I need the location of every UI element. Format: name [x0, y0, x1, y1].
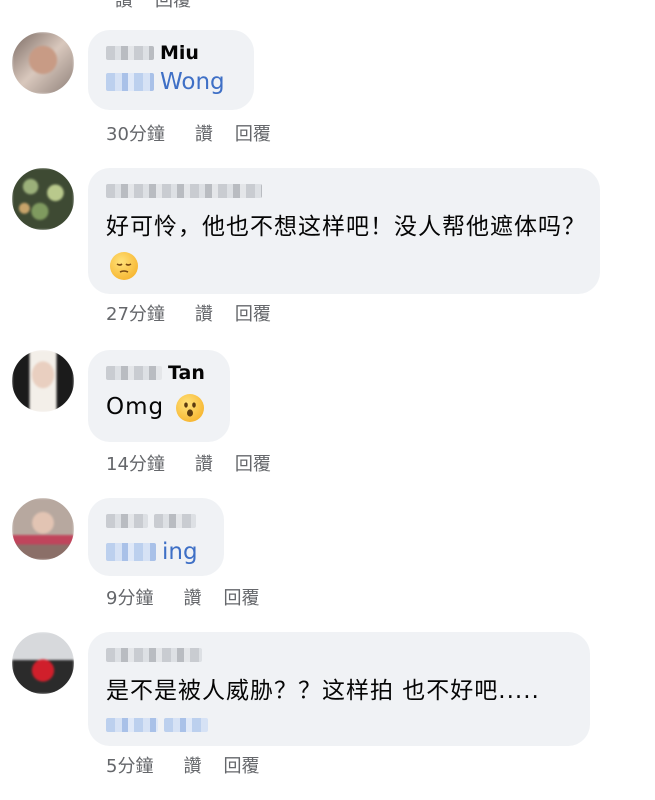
- comment-body: 是不是被人威胁？？这样拍 也不好吧.....: [106, 678, 540, 704]
- comment-meta: 14分鐘 讚 回覆: [106, 450, 271, 476]
- comment-bubble: Miu Wong: [88, 30, 254, 110]
- timestamp[interactable]: 14分鐘: [106, 450, 165, 476]
- tag-row: Wong: [106, 66, 236, 98]
- comment-meta: 27分鐘 讚 回覆: [106, 300, 271, 326]
- blurred-tag: [106, 718, 158, 732]
- tag-row: [106, 714, 572, 736]
- comment-body: Omg: [106, 394, 165, 420]
- avatar[interactable]: [12, 168, 74, 230]
- reply-link[interactable]: 回覆: [223, 584, 259, 610]
- tag-row: ing: [106, 536, 206, 568]
- like-link[interactable]: 讚: [195, 120, 213, 146]
- comment-bubble: ing: [88, 498, 224, 576]
- tagged-user[interactable]: Wong: [160, 69, 225, 95]
- pensive-face-icon: [110, 251, 138, 280]
- blurred-tag: [106, 543, 156, 561]
- comment-meta: 5分鐘 讚 回覆: [106, 752, 259, 778]
- blurred-tag: [164, 718, 208, 732]
- author-row: [106, 510, 206, 532]
- reply-link[interactable]: 回覆: [235, 120, 271, 146]
- blurred-name: [106, 46, 154, 60]
- comment-bubble: 是不是被人威胁？？这样拍 也不好吧.....: [88, 632, 590, 746]
- comment-text: 是不是被人威胁？？这样拍 也不好吧.....: [106, 672, 572, 710]
- timestamp[interactable]: 5分鐘: [106, 752, 153, 778]
- previous-comment-meta: 讚 回覆: [115, 0, 191, 12]
- avatar[interactable]: [12, 632, 74, 694]
- blurred-tag: [106, 73, 154, 91]
- comment-text: 好可怜，他也不想这样吧！没人帮他遮体吗？: [106, 208, 586, 284]
- comment-text: Omg: [106, 388, 212, 426]
- like-link[interactable]: 讚: [183, 584, 201, 610]
- tagged-user[interactable]: ing: [162, 539, 198, 565]
- timestamp[interactable]: 27分鐘: [106, 300, 165, 326]
- avatar[interactable]: [12, 32, 74, 94]
- timestamp[interactable]: 30分鐘: [106, 120, 165, 146]
- author-row: Tan: [106, 362, 212, 384]
- avatar[interactable]: [12, 498, 74, 560]
- like-link[interactable]: 讚: [115, 0, 133, 12]
- reply-link[interactable]: 回覆: [223, 752, 259, 778]
- author-name[interactable]: Miu: [160, 42, 199, 64]
- like-link[interactable]: 讚: [195, 450, 213, 476]
- blurred-name: [106, 184, 262, 198]
- author-row: [106, 180, 582, 202]
- comment-meta: 30分鐘 讚 回覆: [106, 120, 271, 146]
- author-row: Miu: [106, 42, 236, 64]
- comment-body: 好可怜，他也不想这样吧！没人帮他遮体吗？: [106, 214, 586, 240]
- like-link[interactable]: 讚: [183, 752, 201, 778]
- reply-link[interactable]: 回覆: [235, 450, 271, 476]
- comment-bubble: 好可怜，他也不想这样吧！没人帮他遮体吗？: [88, 168, 600, 294]
- avatar[interactable]: [12, 350, 74, 412]
- author-name[interactable]: Tan: [168, 362, 205, 384]
- blurred-name: [106, 514, 148, 528]
- timestamp[interactable]: 9分鐘: [106, 584, 153, 610]
- blurred-name: [106, 648, 202, 662]
- comment-bubble: Tan Omg: [88, 350, 230, 442]
- blurred-name: [106, 366, 162, 380]
- comment-meta: 9分鐘 讚 回覆: [106, 584, 259, 610]
- astonished-face-icon: [176, 393, 205, 422]
- like-link[interactable]: 讚: [195, 300, 213, 326]
- reply-link[interactable]: 回覆: [235, 300, 271, 326]
- reply-link[interactable]: 回覆: [155, 0, 191, 12]
- blurred-name: [154, 514, 196, 528]
- author-row: [106, 644, 572, 666]
